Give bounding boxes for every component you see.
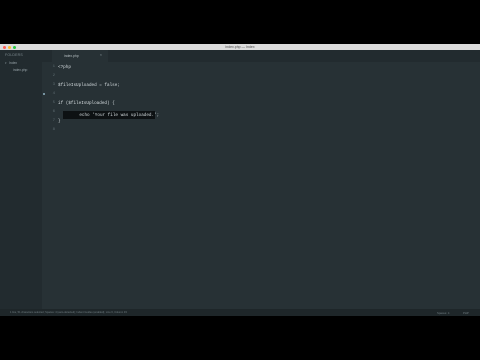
file-item-index-php[interactable]: index.php xyxy=(13,68,27,72)
line-number: 7 xyxy=(52,119,55,123)
editor-window: index.php — Index FOLDERS ▾ Index index.p… xyxy=(0,44,480,316)
code-line: } xyxy=(58,119,61,124)
tab-label: index.php xyxy=(64,53,79,58)
code-line: $fileIsUploaded = false; xyxy=(58,83,120,88)
status-text: 1 line, 51 characters selected; Spaces: … xyxy=(10,310,127,314)
code-line: <?php xyxy=(58,65,71,70)
highlighted-code-line: echo 'Your file was uploaded.'; xyxy=(69,112,160,118)
line-number: 6 xyxy=(52,110,55,114)
sidebar: FOLDERS ▾ Index index.php xyxy=(0,50,42,309)
status-bar: 1 line, 51 characters selected; Spaces: … xyxy=(0,309,480,316)
line-number: 5 xyxy=(52,101,55,105)
tab-bar: index.php × xyxy=(42,50,480,62)
line-number: 3 xyxy=(52,83,55,87)
line-number: 2 xyxy=(52,74,55,78)
sidebar-header: FOLDERS xyxy=(5,53,23,57)
line-number: 1 xyxy=(52,65,55,69)
line-number: 8 xyxy=(52,128,55,132)
selection-highlight-popup: echo 'Your file was uploaded.'; xyxy=(63,111,159,119)
code-line: if ($fileIsUploaded) { xyxy=(58,101,115,106)
code-editor[interactable]: 1 2 3 4 5 6 7 8 <?php $fileIsUploaded = … xyxy=(42,62,480,309)
tab-index-php[interactable]: index.php × xyxy=(52,50,108,62)
indent-setting[interactable]: Spaces: 4 xyxy=(437,311,449,315)
folder-item-index[interactable]: ▾ Index xyxy=(5,61,17,65)
tab-close-icon[interactable]: × xyxy=(100,53,102,57)
syntax-setting[interactable]: PHP xyxy=(463,311,469,315)
fold-marker-icon[interactable] xyxy=(43,93,45,95)
line-number: 4 xyxy=(52,92,55,96)
